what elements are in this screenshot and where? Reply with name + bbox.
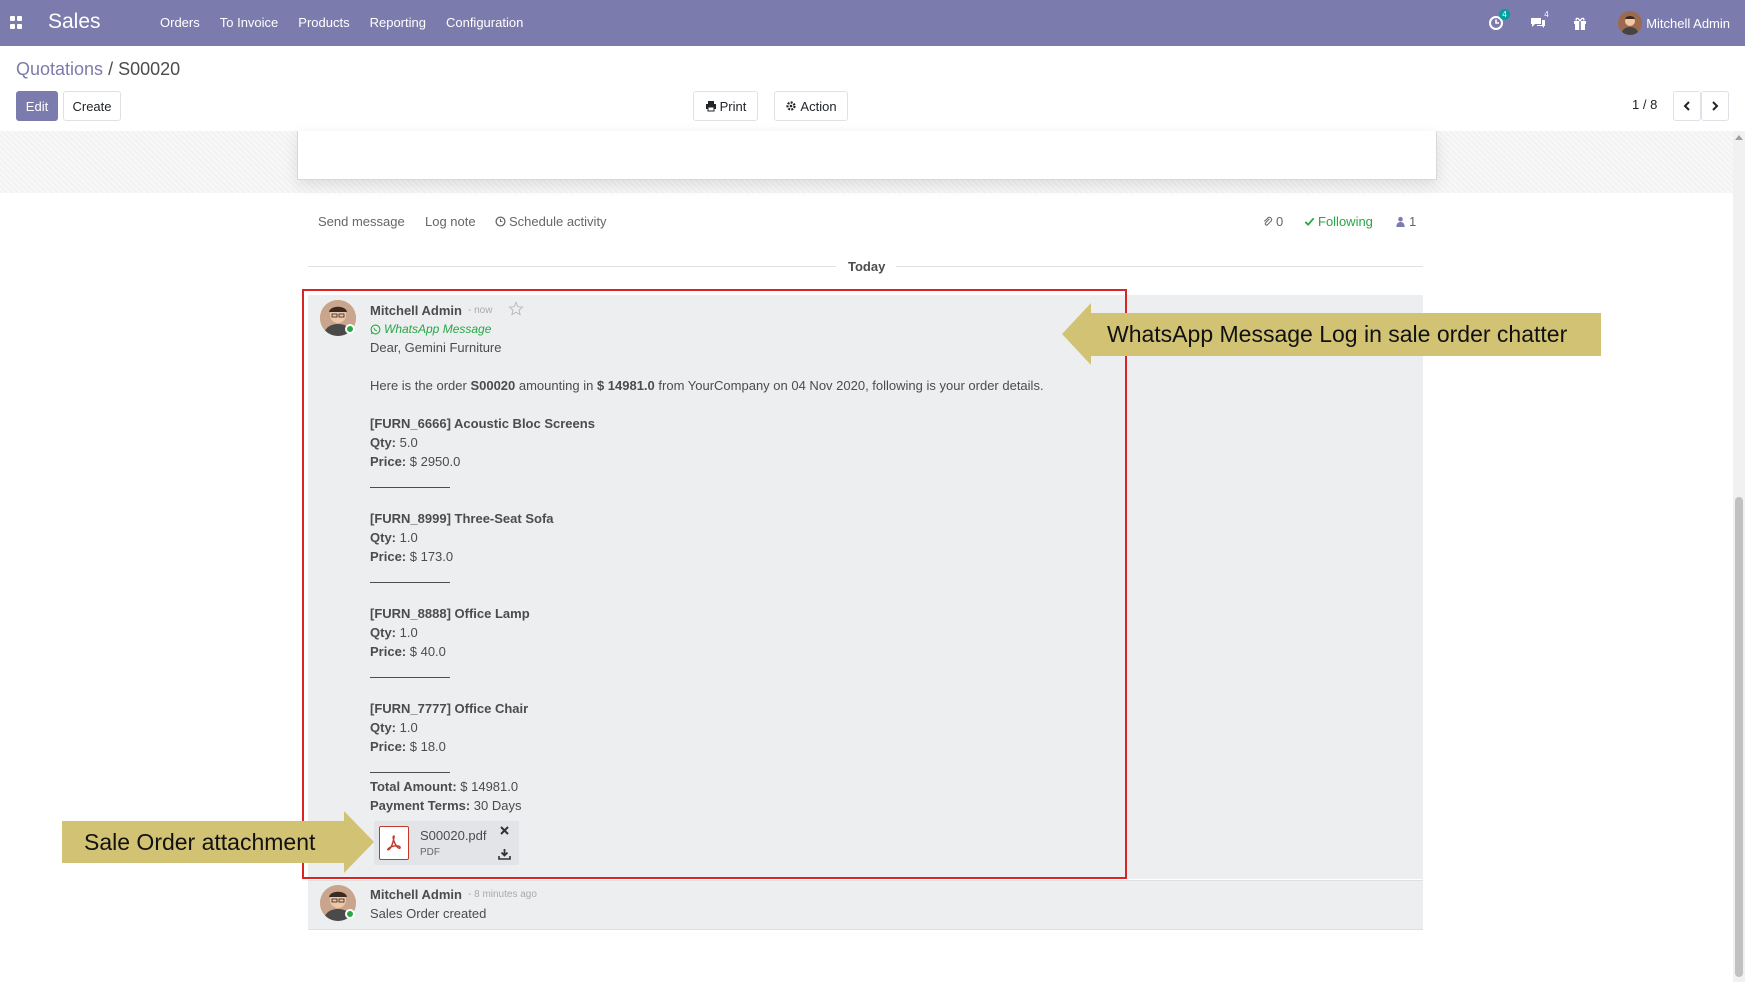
following-button[interactable]: Following bbox=[1304, 214, 1373, 229]
breadcrumb-current: S00020 bbox=[118, 59, 181, 79]
activity-badge: 4 bbox=[1499, 9, 1510, 20]
paperclip-icon bbox=[1263, 216, 1273, 226]
schedule-activity-button[interactable]: Schedule activity bbox=[495, 214, 607, 229]
user-menu[interactable]: Mitchell Admin bbox=[1618, 11, 1730, 35]
following-label: Following bbox=[1318, 214, 1373, 229]
main-menu: Orders To Invoice Products Reporting Con… bbox=[160, 15, 543, 30]
user-name: Mitchell Admin bbox=[1646, 15, 1730, 31]
date-separator-line bbox=[896, 266, 1423, 267]
log-note-button[interactable]: Log note bbox=[425, 214, 476, 229]
menu-to-invoice[interactable]: To Invoice bbox=[220, 15, 279, 30]
menu-configuration[interactable]: Configuration bbox=[446, 15, 523, 30]
message-author[interactable]: Mitchell Admin bbox=[370, 887, 462, 902]
top-navbar: Sales Orders To Invoice Products Reporti… bbox=[0, 0, 1745, 46]
action-button[interactable]: Action bbox=[774, 91, 848, 121]
form-sheet bbox=[297, 131, 1437, 180]
attachment-callout: Sale Order attachment bbox=[62, 821, 344, 863]
print-button[interactable]: Print bbox=[693, 91, 758, 121]
app-brand[interactable]: Sales bbox=[48, 10, 101, 34]
breadcrumb-separator: / bbox=[108, 59, 114, 79]
pager-previous-button[interactable] bbox=[1673, 91, 1701, 121]
print-label: Print bbox=[719, 98, 747, 114]
menu-products[interactable]: Products bbox=[298, 15, 349, 30]
breadcrumb-quotations[interactable]: Quotations bbox=[16, 59, 103, 79]
followers-count: 1 bbox=[1409, 214, 1417, 229]
schedule-activity-label: Schedule activity bbox=[509, 214, 607, 229]
clock-icon bbox=[495, 216, 506, 227]
chevron-right-icon bbox=[1712, 101, 1719, 111]
gear-icon bbox=[786, 101, 797, 111]
user-avatar bbox=[1618, 11, 1643, 35]
pager-next-button[interactable] bbox=[1701, 91, 1729, 121]
action-label: Action bbox=[800, 98, 837, 114]
callout-arrow bbox=[344, 811, 374, 873]
scroll-up-arrow[interactable] bbox=[1735, 135, 1743, 140]
breadcrumb: Quotations / S00020 bbox=[16, 59, 180, 80]
callout-arrow bbox=[1062, 303, 1091, 365]
attachments-count: 0 bbox=[1276, 214, 1284, 229]
create-button[interactable]: Create bbox=[63, 91, 121, 121]
whatsapp-log-callout: WhatsApp Message Log in sale order chatt… bbox=[1091, 313, 1601, 356]
followers-button[interactable]: 1 bbox=[1395, 214, 1416, 229]
scroll-thumb[interactable] bbox=[1735, 497, 1743, 977]
online-status-dot bbox=[345, 909, 355, 919]
send-message-button[interactable]: Send message bbox=[318, 214, 405, 229]
highlight-frame bbox=[302, 289, 1127, 879]
attachments-button[interactable]: 0 bbox=[1262, 214, 1283, 229]
apps-icon[interactable] bbox=[10, 16, 23, 29]
menu-reporting[interactable]: Reporting bbox=[370, 15, 426, 30]
date-separator-line bbox=[308, 266, 836, 267]
message-body: Sales Order created bbox=[370, 906, 487, 921]
message-time: - 8 minutes ago bbox=[468, 889, 537, 900]
person-icon bbox=[1396, 216, 1405, 227]
check-icon bbox=[1304, 217, 1315, 227]
chevron-left-icon bbox=[1683, 101, 1690, 111]
systray: 4 4 Mitchell Admin bbox=[1462, 0, 1745, 46]
date-separator: Today bbox=[848, 259, 886, 274]
activity-clock-icon[interactable]: 4 bbox=[1488, 9, 1510, 31]
printer-icon bbox=[705, 101, 716, 112]
messages-badge: 4 bbox=[1544, 10, 1549, 19]
scrollbar[interactable] bbox=[1733, 131, 1745, 982]
menu-orders[interactable]: Orders bbox=[160, 15, 200, 30]
gift-icon[interactable] bbox=[1572, 15, 1588, 31]
edit-button[interactable]: Edit bbox=[16, 91, 58, 121]
log-message bbox=[308, 880, 1423, 930]
chat-bubbles-icon[interactable]: 4 bbox=[1530, 10, 1549, 31]
pager-value[interactable]: 1 / 8 bbox=[1632, 97, 1657, 112]
